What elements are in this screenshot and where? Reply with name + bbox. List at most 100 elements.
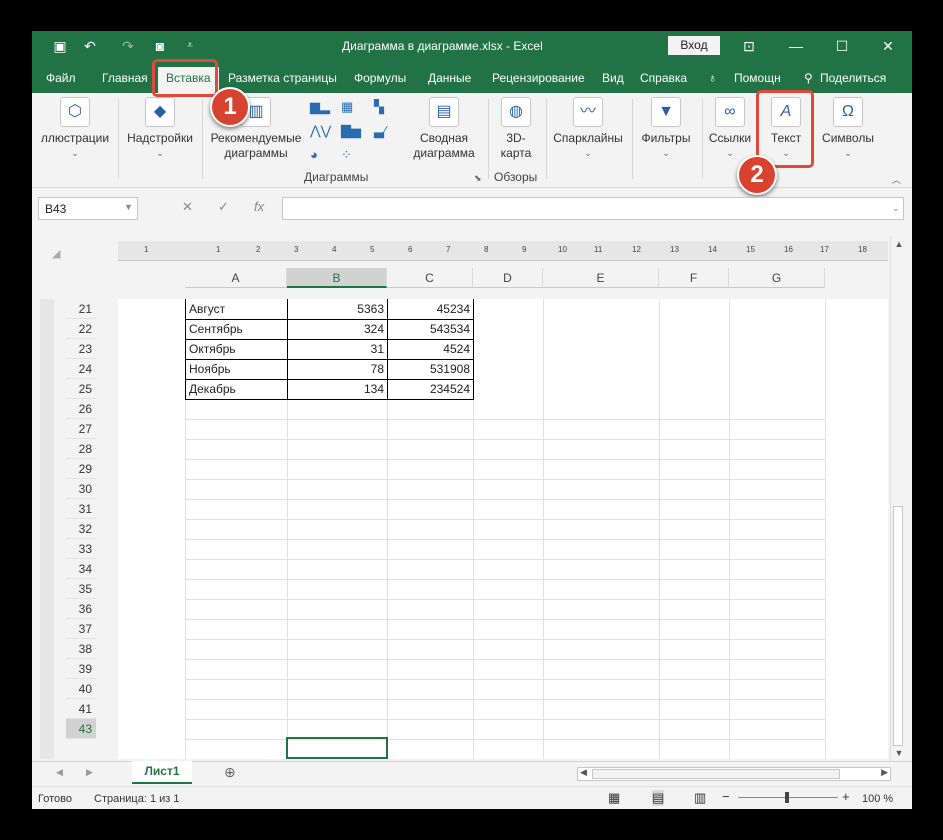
collapse-ribbon-icon[interactable]: ︿ (892, 173, 901, 186)
share-button[interactable]: Поделиться (820, 71, 886, 85)
tab-help[interactable]: Справка (640, 71, 687, 85)
row-header[interactable]: 33 (66, 539, 96, 559)
map-3d-button[interactable]: ◍ 3D- карта (492, 97, 540, 161)
scroll-down-icon[interactable]: ▼ (891, 748, 907, 758)
row-header[interactable]: 25 (66, 379, 96, 399)
name-box[interactable]: B43 (38, 197, 138, 220)
expand-formula-icon[interactable]: ⌄ (892, 203, 900, 214)
prev-sheet-icon[interactable]: ◀ (56, 767, 63, 778)
row-header[interactable]: 24 (66, 359, 96, 379)
row-header[interactable]: 35 (66, 579, 96, 599)
dialog-launcher-icon[interactable]: ⬊ (474, 173, 482, 184)
enter-icon[interactable]: ✓ (218, 199, 229, 215)
column-chart-icon[interactable]: ▆▂ (310, 99, 330, 115)
symbols-button[interactable]: Ω Символы ⌄ (816, 97, 880, 161)
row-header[interactable]: 34 (66, 559, 96, 579)
page-break-view-icon[interactable]: ▥ (694, 790, 706, 806)
row-header[interactable]: 31 (66, 499, 96, 519)
tab-view[interactable]: Вид (602, 71, 624, 85)
active-cell-b43[interactable] (286, 737, 388, 759)
tab-page-layout[interactable]: Разметка страницы (228, 71, 337, 85)
statistic-chart-icon[interactable]: ▇▅ (341, 123, 361, 139)
pivot-chart-button[interactable]: ▤ Сводная диаграмма (404, 97, 484, 161)
row-header[interactable]: 21 (66, 299, 96, 319)
tab-data[interactable]: Данные (428, 71, 471, 85)
sparklines-button[interactable]: 〰 Спарклайны ⌄ (550, 97, 626, 161)
row-header[interactable]: 32 (66, 519, 96, 539)
illustrations-group[interactable]: ⬡ ллюстрации ⌄ (38, 97, 112, 161)
cell-value-c[interactable]: 45234 (388, 299, 473, 319)
cell-month[interactable]: Декабрь (186, 379, 286, 399)
tab-file[interactable]: Файл (46, 71, 76, 85)
login-button[interactable]: Вход (668, 36, 720, 55)
tab-home[interactable]: Главная (102, 71, 148, 85)
maximize-icon[interactable]: ☐ (830, 36, 854, 56)
camera-icon[interactable]: ◙ (150, 37, 170, 55)
cell-value-b[interactable]: 78 (288, 359, 387, 379)
horizontal-scrollbar[interactable]: ◀ ▶ (577, 767, 891, 781)
row-header[interactable]: 29 (66, 459, 96, 479)
save-icon[interactable]: ▣ (50, 37, 70, 55)
vertical-scrollbar[interactable]: ▲ ▼ (890, 236, 906, 761)
cell-month[interactable]: Август (186, 299, 286, 319)
row-header[interactable]: 26 (66, 399, 96, 419)
row-header[interactable]: 36 (66, 599, 96, 619)
zoom-in-icon[interactable]: + (842, 789, 850, 804)
filters-button[interactable]: ▼ Фильтры ⌄ (636, 97, 696, 161)
cell-value-b[interactable]: 5363 (288, 299, 387, 319)
minimize-icon[interactable]: — (784, 36, 808, 56)
lightbulb-icon[interactable]: ♁ (708, 71, 717, 85)
zoom-slider-thumb[interactable] (785, 792, 789, 803)
sheet-tab[interactable]: Лист1 (132, 761, 192, 784)
row-header[interactable]: 39 (66, 659, 96, 679)
links-button[interactable]: ∞ Ссылки ⌄ (704, 97, 756, 161)
pie-chart-icon[interactable]: ◕ (310, 147, 318, 162)
row-header[interactable]: 22 (66, 319, 96, 339)
row-header[interactable]: 37 (66, 619, 96, 639)
cell-month[interactable]: Ноябрь (186, 359, 286, 379)
column-header-e[interactable]: E (543, 268, 659, 288)
row-header[interactable]: 27 (66, 419, 96, 439)
undo-icon[interactable]: ↶ (80, 37, 100, 55)
next-sheet-icon[interactable]: ▶ (86, 767, 93, 778)
zoom-level[interactable]: 100 % (862, 793, 893, 805)
share-icon[interactable]: ⚲ (804, 71, 813, 85)
add-sheet-icon[interactable]: ⊕ (224, 764, 236, 781)
row-header-selected[interactable]: 43 (66, 719, 96, 739)
normal-view-icon[interactable]: ▦ (608, 790, 620, 806)
line-chart-icon[interactable]: ⋀⋁ (310, 123, 331, 139)
scroll-up-icon[interactable]: ▲ (891, 239, 907, 249)
row-header[interactable]: 28 (66, 439, 96, 459)
ribbon-display-icon[interactable]: ⊡ (737, 36, 761, 56)
cell-value-b[interactable]: 31 (288, 339, 387, 359)
row-header[interactable]: 30 (66, 479, 96, 499)
column-header-b[interactable]: B (287, 268, 387, 288)
cell-value-b[interactable]: 324 (288, 319, 387, 339)
combo-chart-icon[interactable]: ▃⁄ (374, 123, 386, 139)
cell-value-c[interactable]: 531908 (388, 359, 473, 379)
column-header-a[interactable]: A (185, 268, 287, 288)
formula-input[interactable] (282, 197, 904, 220)
customize-icon[interactable]: ⩡ (180, 37, 200, 55)
scatter-chart-icon[interactable]: ⁘ (341, 147, 352, 163)
cell-value-c[interactable]: 234524 (388, 379, 473, 399)
cell-month[interactable]: Сентябрь (186, 319, 286, 339)
row-header[interactable]: 23 (66, 339, 96, 359)
horizontal-scroll-thumb[interactable] (592, 769, 840, 779)
cell-month[interactable]: Октябрь (186, 339, 286, 359)
column-header-d[interactable]: D (473, 268, 543, 288)
tab-formulas[interactable]: Формулы (354, 71, 406, 85)
addins-button[interactable]: ◆ Надстройки ⌄ (122, 97, 198, 161)
tab-review[interactable]: Рецензирование (492, 71, 585, 85)
name-box-dropdown-icon[interactable]: ▼ (124, 202, 133, 212)
page-layout-view-icon[interactable]: ▤ (652, 790, 665, 806)
cancel-icon[interactable]: ✕ (182, 199, 193, 215)
row-header[interactable]: 40 (66, 679, 96, 699)
waterfall-chart-icon[interactable]: ▚ (374, 99, 384, 115)
column-header-f[interactable]: F (659, 268, 729, 288)
row-header[interactable]: 38 (66, 639, 96, 659)
close-icon[interactable]: ✕ (876, 36, 900, 56)
cell-value-c[interactable]: 543534 (388, 319, 473, 339)
column-header-g[interactable]: G (729, 268, 825, 288)
help-search[interactable]: Помощн (734, 71, 781, 85)
